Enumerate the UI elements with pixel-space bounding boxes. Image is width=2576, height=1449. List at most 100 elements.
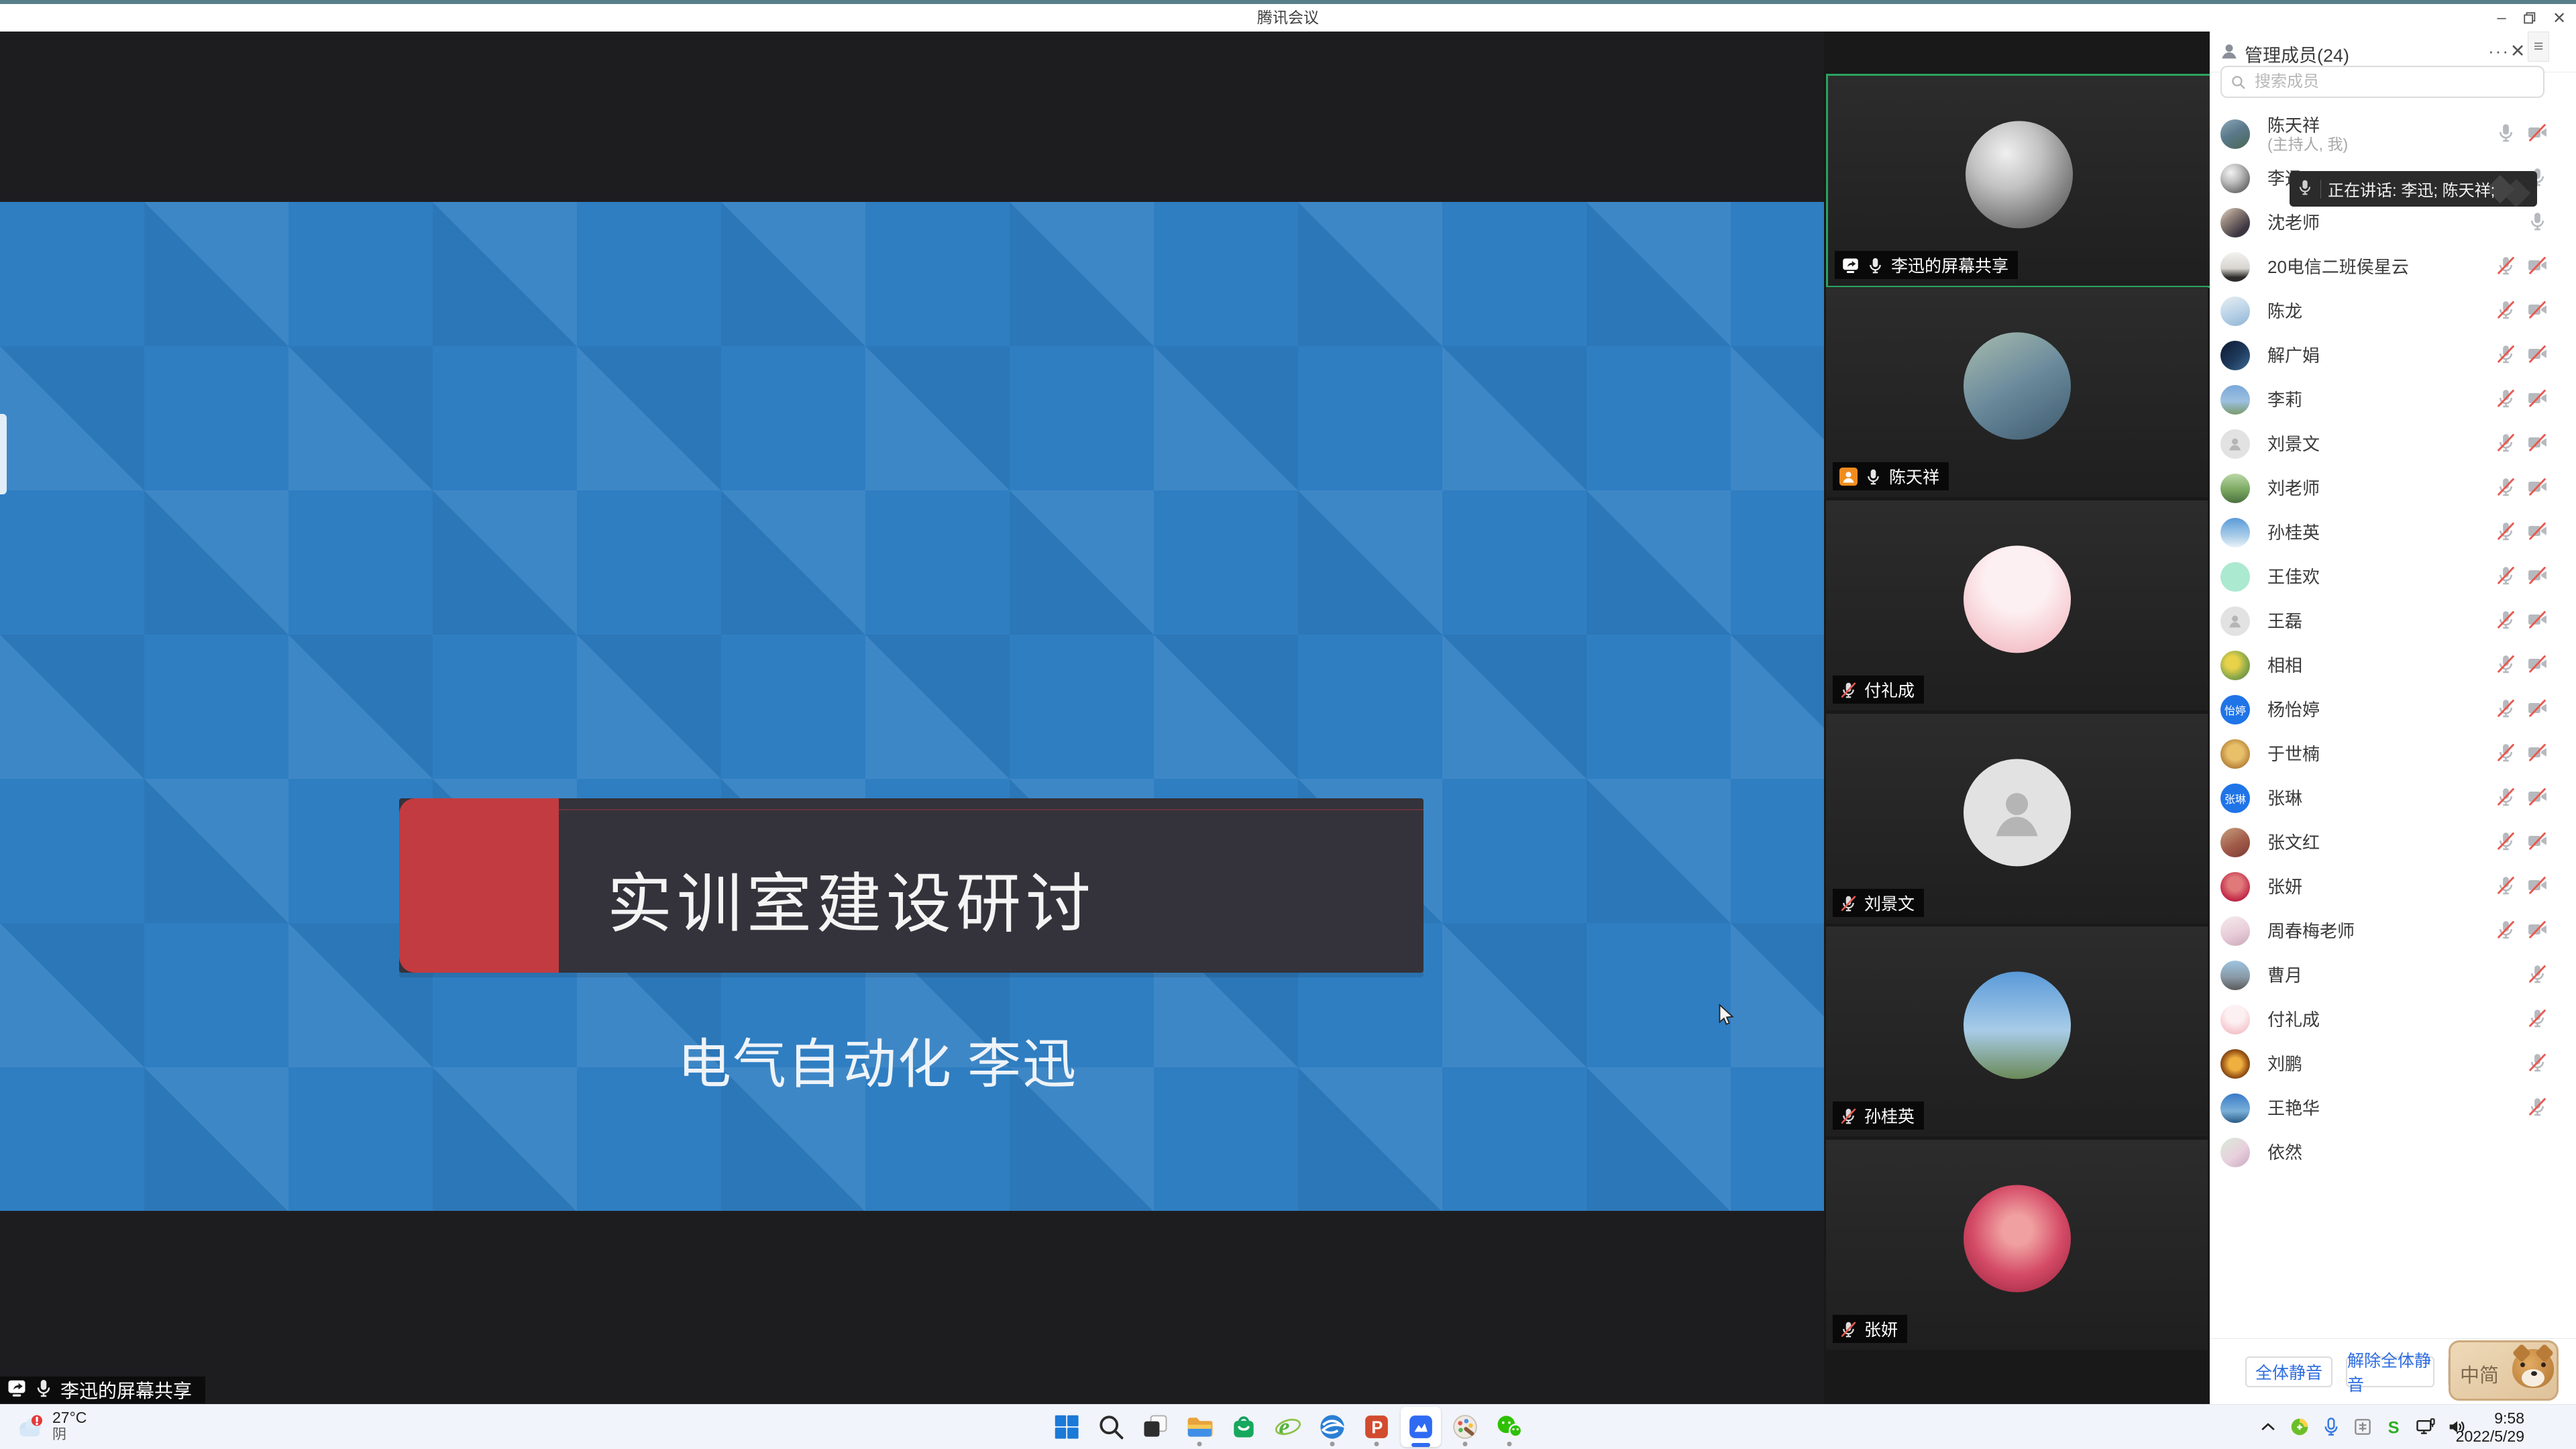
member-row[interactable]: 依然 xyxy=(2210,1130,2576,1175)
mic-muted-icon[interactable] xyxy=(2496,521,2516,545)
camera-off-icon[interactable] xyxy=(2527,521,2548,545)
mic-icon[interactable] xyxy=(2496,122,2516,146)
minimize-button[interactable]: – xyxy=(2490,7,2513,30)
left-edge-handle[interactable] xyxy=(0,414,7,494)
taskbar-weather[interactable]: 27°C 阴 xyxy=(15,1409,87,1443)
camera-off-icon[interactable] xyxy=(2527,476,2548,500)
mic-muted-icon[interactable] xyxy=(2527,1096,2548,1120)
camera-off-icon[interactable] xyxy=(2527,653,2548,678)
taskbar-clock[interactable]: 9:58 2022/5/29 xyxy=(2456,1409,2524,1446)
member-row[interactable]: 付礼成 xyxy=(2210,998,2576,1042)
member-row[interactable]: 沈老师 xyxy=(2210,201,2576,245)
mute-all-button[interactable]: 全体静音 xyxy=(2245,1356,2332,1387)
member-row[interactable]: 解广娟 xyxy=(2210,333,2576,378)
panel-more-button[interactable]: ··· xyxy=(2490,41,2508,61)
taskbar-app-windows-start[interactable] xyxy=(1046,1407,1087,1447)
camera-off-icon[interactable] xyxy=(2527,830,2548,855)
mic-muted-icon[interactable] xyxy=(2496,919,2516,943)
camera-off-icon[interactable] xyxy=(2527,609,2548,633)
search-input[interactable] xyxy=(2253,72,2535,92)
mic-muted-icon[interactable] xyxy=(2496,388,2516,412)
taskbar-app-wechat[interactable] xyxy=(1489,1407,1529,1447)
member-row[interactable]: 王磊 xyxy=(2210,599,2576,643)
member-row[interactable]: 曹月 xyxy=(2210,953,2576,998)
taskbar-app-blue-browser[interactable] xyxy=(1312,1407,1352,1447)
member-row[interactable]: 陈天祥(主持人, 我) xyxy=(2210,112,2576,156)
camera-off-icon[interactable] xyxy=(2527,388,2548,412)
mic-muted-icon[interactable] xyxy=(2496,698,2516,722)
camera-off-icon[interactable] xyxy=(2527,122,2548,146)
taskbar-app-powerpoint[interactable]: P xyxy=(1356,1407,1397,1447)
camera-off-icon[interactable] xyxy=(2527,698,2548,722)
member-row[interactable]: 刘景文 xyxy=(2210,422,2576,466)
mic-muted-icon[interactable] xyxy=(2496,565,2516,589)
panel-collapse-handle[interactable]: ≡ xyxy=(2528,32,2549,62)
member-row[interactable]: 刘老师 xyxy=(2210,466,2576,511)
member-row[interactable]: 张妍 xyxy=(2210,865,2576,909)
camera-off-icon[interactable] xyxy=(2527,742,2548,766)
thumbnail-avatar xyxy=(1964,545,2071,653)
search-icon xyxy=(1096,1412,1126,1442)
video-thumbnail[interactable]: 李迅的屏幕共享 xyxy=(1826,74,2212,288)
camera-off-icon[interactable] xyxy=(2527,299,2548,323)
taskbar-app-task-view[interactable] xyxy=(1135,1407,1175,1447)
member-row[interactable]: 相相 xyxy=(2210,643,2576,688)
mic-muted-icon[interactable] xyxy=(2527,1052,2548,1076)
taskbar-app-paint[interactable] xyxy=(1445,1407,1485,1447)
mic-muted-icon[interactable] xyxy=(2496,343,2516,368)
taskbar-app-ie-browser[interactable]: e xyxy=(1268,1407,1308,1447)
member-row[interactable]: 孙桂英 xyxy=(2210,511,2576,555)
member-row[interactable]: 张文红 xyxy=(2210,820,2576,865)
sogou-input-icon[interactable]: S xyxy=(2383,1415,2406,1438)
camera-off-icon[interactable] xyxy=(2527,432,2548,456)
mic-muted-icon[interactable] xyxy=(2496,742,2516,766)
mic-muted-icon[interactable] xyxy=(2496,476,2516,500)
tray-chevron-up-icon[interactable] xyxy=(2257,1415,2279,1438)
video-thumbnail[interactable]: 刘景文 xyxy=(1826,714,2208,924)
mic-muted-icon[interactable] xyxy=(2496,255,2516,279)
camera-off-icon[interactable] xyxy=(2527,786,2548,810)
member-row[interactable]: 李莉 xyxy=(2210,378,2576,422)
member-row[interactable]: 20电信二班侯星云 xyxy=(2210,245,2576,289)
mic-muted-icon[interactable] xyxy=(2496,786,2516,810)
camera-off-icon[interactable] xyxy=(2527,875,2548,899)
mic-muted-icon[interactable] xyxy=(2527,1008,2548,1032)
taskbar-app-tencent-meeting[interactable] xyxy=(1401,1407,1441,1447)
camera-off-icon[interactable] xyxy=(2527,919,2548,943)
mic-muted-icon[interactable] xyxy=(2496,875,2516,899)
unmute-all-button[interactable]: 解除全体静音 xyxy=(2346,1356,2434,1387)
panel-close-button[interactable]: ✕ xyxy=(2509,41,2526,61)
video-thumbnail[interactable]: 孙桂英 xyxy=(1826,926,2208,1136)
mic-icon[interactable] xyxy=(2527,211,2548,235)
member-row[interactable]: 陈龙 xyxy=(2210,289,2576,333)
member-row[interactable]: 怡婷杨怡婷 xyxy=(2210,688,2576,732)
camera-off-icon[interactable] xyxy=(2527,255,2548,279)
member-row[interactable]: 周春梅老师 xyxy=(2210,909,2576,953)
360-safety-icon[interactable] xyxy=(2288,1415,2311,1438)
mic-muted-icon[interactable] xyxy=(2496,653,2516,678)
mic-muted-icon[interactable] xyxy=(2496,299,2516,323)
camera-off-icon[interactable] xyxy=(2527,343,2548,368)
taskbar-app-file-explorer[interactable] xyxy=(1179,1407,1220,1447)
video-thumbnail[interactable]: 陈天祥 xyxy=(1826,287,2208,497)
restore-button[interactable] xyxy=(2518,7,2541,30)
close-window-button[interactable]: ✕ xyxy=(2548,7,2571,30)
member-row[interactable]: 王艳华 xyxy=(2210,1086,2576,1130)
mic-muted-icon[interactable] xyxy=(2496,432,2516,456)
camera-off-icon[interactable] xyxy=(2527,565,2548,589)
taskbar-app-app-store[interactable] xyxy=(1224,1407,1264,1447)
member-row[interactable]: 张琳张琳 xyxy=(2210,776,2576,820)
taskbar-app-search[interactable] xyxy=(1091,1407,1131,1447)
mic-muted-icon[interactable] xyxy=(2527,963,2548,987)
member-row[interactable]: 于世楠 xyxy=(2210,732,2576,776)
member-row[interactable]: 王佳欢 xyxy=(2210,555,2576,599)
ime-dog-widget[interactable]: 中简 xyxy=(2449,1340,2559,1401)
video-thumbnail[interactable]: 张妍 xyxy=(1826,1140,2208,1350)
member-row[interactable]: 刘鹏 xyxy=(2210,1042,2576,1086)
mic-muted-icon[interactable] xyxy=(2496,609,2516,633)
display-device-icon[interactable] xyxy=(2414,1415,2437,1438)
video-thumbnail[interactable]: 付礼成 xyxy=(1826,500,2208,710)
microphone-icon[interactable] xyxy=(2320,1415,2343,1438)
ime-indicator-icon[interactable] xyxy=(2351,1415,2374,1438)
mic-muted-icon[interactable] xyxy=(2496,830,2516,855)
